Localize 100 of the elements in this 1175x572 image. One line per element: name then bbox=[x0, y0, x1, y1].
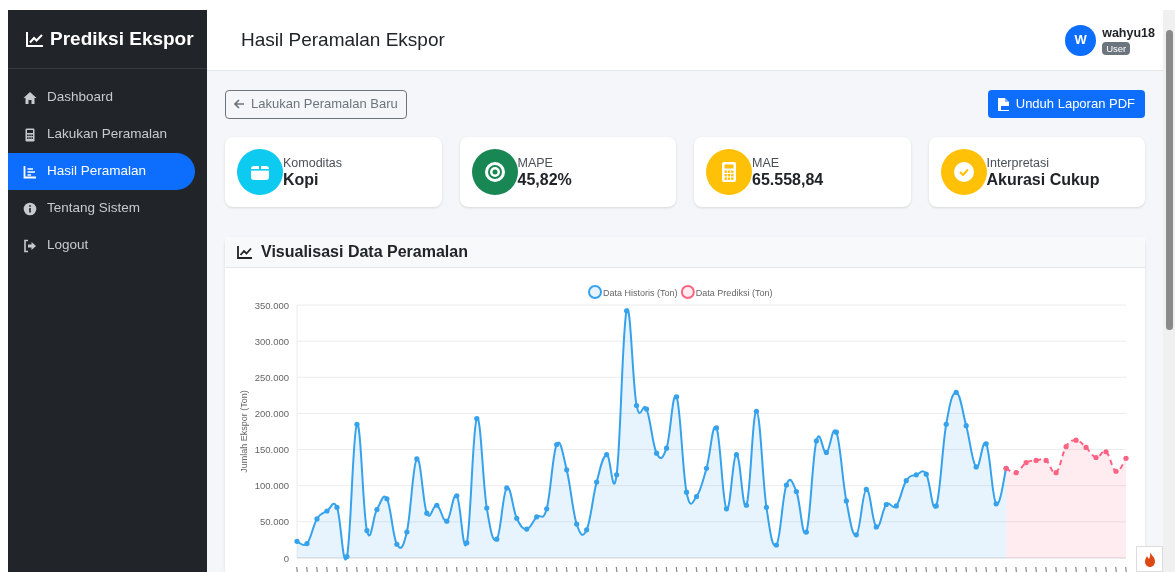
data-point[interactable] bbox=[823, 449, 829, 456]
data-point[interactable] bbox=[1033, 457, 1039, 463]
data-point[interactable] bbox=[1013, 470, 1019, 476]
data-point[interactable] bbox=[1063, 444, 1069, 450]
legend-marker[interactable] bbox=[680, 285, 695, 299]
data-point[interactable] bbox=[544, 506, 550, 512]
data-point[interactable] bbox=[1103, 449, 1109, 455]
y-tick-label: 250.000 bbox=[254, 371, 289, 383]
data-point[interactable] bbox=[923, 471, 929, 477]
data-point[interactable] bbox=[444, 518, 450, 524]
pdf-download-button[interactable]: Unduh Laporan PDF bbox=[987, 90, 1145, 118]
data-point[interactable] bbox=[614, 472, 620, 478]
data-point[interactable] bbox=[354, 421, 360, 427]
data-point[interactable] bbox=[743, 502, 750, 508]
data-point[interactable] bbox=[644, 406, 650, 412]
back-button[interactable]: Lakukan Peramalan Baru bbox=[225, 89, 407, 119]
data-point[interactable] bbox=[723, 506, 730, 512]
data-point[interactable] bbox=[474, 415, 480, 422]
data-point[interactable] bbox=[594, 479, 600, 485]
data-point[interactable] bbox=[324, 508, 330, 514]
data-point[interactable] bbox=[853, 532, 859, 538]
data-point[interactable] bbox=[554, 441, 560, 448]
data-point[interactable] bbox=[903, 478, 909, 484]
data-point[interactable] bbox=[424, 510, 430, 516]
data-point[interactable] bbox=[1093, 454, 1099, 461]
legend-marker[interactable] bbox=[588, 285, 602, 299]
nav-item[interactable]: Hasil Peramalan bbox=[8, 153, 195, 190]
legend-label[interactable]: Data Historis (Ton) bbox=[603, 287, 678, 298]
data-point[interactable] bbox=[943, 421, 949, 427]
data-point[interactable] bbox=[404, 529, 410, 535]
data-point[interactable] bbox=[374, 506, 380, 513]
data-point[interactable] bbox=[454, 493, 460, 499]
data-point[interactable] bbox=[773, 542, 779, 548]
data-point[interactable] bbox=[304, 540, 310, 547]
user-avatar[interactable]: W bbox=[1065, 24, 1097, 56]
data-point[interactable] bbox=[783, 482, 789, 488]
data-point[interactable] bbox=[693, 493, 700, 500]
data-point[interactable] bbox=[584, 527, 590, 533]
legend-label[interactable]: Data Prediksi (Ton) bbox=[695, 287, 773, 298]
data-point[interactable] bbox=[494, 536, 500, 542]
data-point[interactable] bbox=[574, 521, 580, 527]
data-point[interactable] bbox=[843, 498, 849, 504]
data-point[interactable] bbox=[703, 465, 710, 471]
data-point[interactable] bbox=[514, 515, 520, 521]
data-point[interactable] bbox=[933, 503, 939, 509]
data-point[interactable] bbox=[1073, 437, 1079, 443]
data-point[interactable] bbox=[913, 472, 919, 478]
data-point[interactable] bbox=[364, 527, 370, 534]
data-point[interactable] bbox=[863, 486, 869, 492]
data-point[interactable] bbox=[873, 524, 879, 530]
data-point[interactable] bbox=[624, 308, 630, 314]
data-point[interactable] bbox=[993, 501, 999, 507]
data-point[interactable] bbox=[434, 502, 440, 508]
nav-item[interactable]: Dashboard bbox=[8, 79, 195, 116]
data-point[interactable] bbox=[883, 501, 889, 508]
data-point[interactable] bbox=[334, 504, 340, 510]
nav-item[interactable]: Lakukan Peramalan bbox=[8, 116, 195, 153]
data-point[interactable] bbox=[733, 452, 740, 458]
data-point[interactable] bbox=[953, 389, 959, 396]
data-point[interactable] bbox=[634, 402, 640, 409]
data-point[interactable] bbox=[1083, 444, 1089, 450]
data-point[interactable] bbox=[1123, 455, 1129, 461]
data-point[interactable] bbox=[963, 423, 969, 429]
nav-item[interactable]: Logout bbox=[8, 227, 195, 264]
flame-icon bbox=[1143, 551, 1156, 567]
data-point[interactable] bbox=[833, 429, 839, 435]
brand-title[interactable]: Prediksi Ekspor bbox=[50, 24, 194, 54]
data-point[interactable] bbox=[663, 445, 670, 451]
data-point[interactable] bbox=[813, 438, 819, 444]
data-point[interactable] bbox=[653, 450, 660, 456]
data-point[interactable] bbox=[564, 467, 570, 473]
data-point[interactable] bbox=[344, 553, 350, 560]
data-point[interactable] bbox=[793, 488, 799, 495]
data-point[interactable] bbox=[1043, 457, 1049, 463]
debug-toolbar-button[interactable] bbox=[1136, 546, 1163, 572]
data-point[interactable] bbox=[973, 464, 979, 470]
data-point[interactable] bbox=[1113, 468, 1119, 474]
data-point[interactable] bbox=[983, 441, 989, 447]
data-point[interactable] bbox=[683, 489, 690, 495]
data-point[interactable] bbox=[893, 503, 899, 509]
data-point[interactable] bbox=[394, 541, 400, 547]
data-point[interactable] bbox=[384, 496, 390, 502]
data-point[interactable] bbox=[753, 408, 760, 414]
data-point[interactable] bbox=[534, 514, 540, 520]
data-point[interactable] bbox=[763, 504, 770, 510]
data-point[interactable] bbox=[504, 485, 510, 491]
data-point[interactable] bbox=[673, 394, 680, 400]
data-point[interactable] bbox=[484, 505, 490, 511]
data-point[interactable] bbox=[1053, 470, 1059, 476]
data-point[interactable] bbox=[604, 452, 610, 458]
data-point[interactable] bbox=[713, 425, 720, 431]
data-point[interactable] bbox=[524, 526, 530, 532]
data-point[interactable] bbox=[294, 538, 300, 544]
data-point[interactable] bbox=[314, 516, 320, 522]
data-point[interactable] bbox=[803, 529, 809, 535]
scrollbar[interactable] bbox=[1163, 10, 1175, 572]
data-point[interactable] bbox=[464, 540, 470, 546]
data-point[interactable] bbox=[1023, 460, 1029, 466]
nav-item[interactable]: Tentang Sistem bbox=[8, 190, 195, 227]
data-point[interactable] bbox=[414, 456, 420, 462]
